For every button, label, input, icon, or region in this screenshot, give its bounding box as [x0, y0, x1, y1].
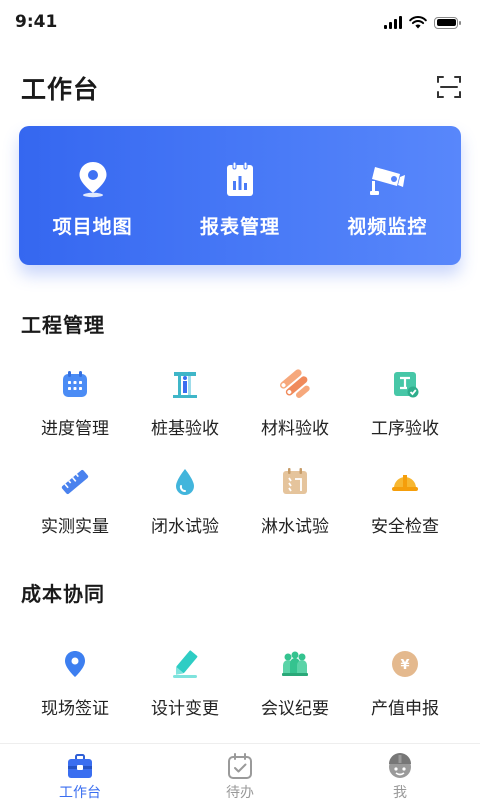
- grid-item-label: 实测实量: [41, 517, 109, 537]
- status-icons: [384, 16, 461, 29]
- grid-item-label: 进度管理: [41, 419, 109, 439]
- grid-item-label: 安全检查: [371, 517, 439, 537]
- ruler-icon: [59, 466, 91, 498]
- grid-item-process-check[interactable]: 工序验收: [350, 364, 460, 462]
- tab-todo[interactable]: 待办: [160, 744, 320, 801]
- grid-item-materials[interactable]: 材料验收: [240, 364, 350, 462]
- edit-icon: [169, 648, 201, 680]
- status-time: 9:41: [15, 12, 58, 32]
- grid-item-safety-check[interactable]: 安全检查: [350, 462, 460, 560]
- section-title-engineering: 工程管理: [21, 313, 105, 337]
- grid-item-shower[interactable]: 淋水试验: [240, 462, 350, 560]
- grid-item-progress[interactable]: 进度管理: [20, 364, 130, 462]
- grid-item-label: 产值申报: [371, 699, 439, 719]
- engineering-grid: 进度管理 桩基验收 材料验收 工序验收 实测实量 闭水试验 淋水试验 安全检查: [20, 364, 460, 560]
- wifi-icon: [409, 16, 427, 29]
- meeting-icon: [279, 648, 311, 680]
- banner-item-report-management[interactable]: 报表管理: [166, 126, 313, 265]
- grid-item-label: 闭水试验: [151, 517, 219, 537]
- section-title-cost: 成本协同: [21, 582, 105, 606]
- page-title: 工作台: [21, 75, 100, 104]
- materials-icon: [279, 368, 311, 400]
- grid-item-pile-foundation[interactable]: 桩基验收: [130, 364, 240, 462]
- scan-icon: [437, 76, 461, 98]
- map-pin-icon: [74, 160, 112, 198]
- grid-item-ruler[interactable]: 实测实量: [20, 462, 130, 560]
- location-icon: [59, 648, 91, 680]
- banner-label: 报表管理: [199, 216, 280, 238]
- tab-label: 待办: [226, 785, 254, 801]
- tab-label: 我: [393, 785, 407, 801]
- grid-item-design-change[interactable]: 设计变更: [130, 644, 240, 742]
- briefcase-icon: [66, 752, 94, 780]
- status-bar: 9:41: [0, 0, 480, 48]
- grid-item-meeting[interactable]: 会议纪要: [240, 644, 350, 742]
- quick-entry-banner: 项目地图 报表管理 视频监控: [19, 126, 461, 265]
- camera-icon: [368, 160, 406, 198]
- shower-icon: [279, 466, 311, 498]
- report-icon: [221, 160, 259, 198]
- grid-item-label: 设计变更: [151, 699, 219, 719]
- grid-item-label: 材料验收: [261, 419, 329, 439]
- profile-icon: [386, 752, 414, 780]
- battery-icon: [434, 16, 461, 29]
- grid-item-label: 工序验收: [371, 419, 439, 439]
- tab-bar: 工作台 待办 我: [0, 743, 480, 801]
- grid-item-site-visa[interactable]: 现场签证: [20, 644, 130, 742]
- tab-profile[interactable]: 我: [320, 744, 480, 801]
- tab-workbench[interactable]: 工作台: [0, 744, 160, 801]
- todo-icon: [226, 752, 254, 780]
- banner-item-video-monitor[interactable]: 视频监控: [314, 126, 461, 265]
- grid-item-water-closure[interactable]: 闭水试验: [130, 462, 240, 560]
- process-check-icon: [389, 368, 421, 400]
- grid-item-label: 现场签证: [41, 699, 109, 719]
- signal-icon: [384, 16, 402, 29]
- cost-grid: 现场签证 设计变更 会议纪要 ¥ 产值申报: [20, 644, 460, 742]
- banner-label: 视频监控: [347, 216, 428, 238]
- yuan-coin-icon: ¥: [389, 648, 421, 680]
- helmet-icon: [389, 466, 421, 498]
- grid-item-label: 淋水试验: [261, 517, 329, 537]
- grid-item-label: 会议纪要: [261, 699, 329, 719]
- grid-item-output-value[interactable]: ¥ 产值申报: [350, 644, 460, 742]
- svg-text:¥: ¥: [400, 658, 409, 673]
- banner-item-project-map[interactable]: 项目地图: [19, 126, 166, 265]
- pile-foundation-icon: [169, 368, 201, 400]
- tab-label: 工作台: [59, 785, 101, 801]
- calendar-icon: [59, 368, 91, 400]
- grid-item-label: 桩基验收: [151, 419, 219, 439]
- banner-label: 项目地图: [52, 216, 133, 238]
- water-drop-icon: [169, 466, 201, 498]
- scan-button[interactable]: [436, 74, 462, 100]
